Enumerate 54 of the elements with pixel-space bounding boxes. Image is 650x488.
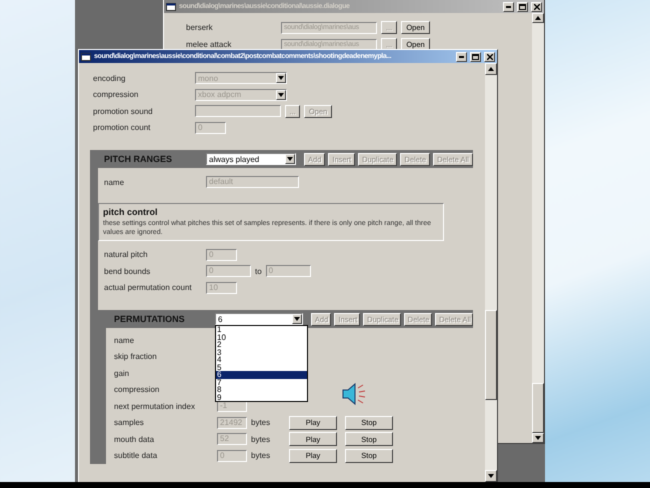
caret-icon [287, 157, 293, 161]
field-label: actual permutation count [104, 283, 193, 292]
caret-icon [294, 317, 300, 321]
field-label: skip fraction [114, 352, 158, 362]
field-label: samples [114, 418, 145, 428]
scrollbar[interactable] [532, 13, 544, 443]
caret-icon [278, 92, 284, 97]
close-button[interactable] [531, 2, 542, 12]
dropdown-field[interactable]: always played [206, 153, 296, 165]
close-icon [486, 54, 492, 60]
field-label: promotion count [93, 123, 152, 132]
field-label: name [104, 178, 126, 187]
scroll-down-icon [488, 474, 494, 478]
maximize-icon [519, 4, 526, 10]
scrollbar[interactable] [485, 63, 497, 482]
panel-title: PERMUTATIONS [114, 314, 186, 324]
window-icon [81, 52, 91, 60]
window-icon [166, 2, 176, 10]
field-label: promotion sound [93, 106, 154, 116]
close-icon [534, 4, 540, 10]
field-label: encoding [93, 74, 126, 83]
field-label: natural pitch [104, 250, 149, 260]
range-separator: to [255, 266, 262, 276]
field-label: name [114, 336, 136, 345]
field-label: bend bounds [104, 266, 152, 276]
minimize-button[interactable] [503, 2, 514, 12]
maximize-button[interactable] [517, 2, 528, 12]
scroll-down-icon [535, 436, 541, 440]
scroll-up-icon [488, 67, 494, 71]
maximize-button[interactable] [470, 52, 481, 62]
minimize-icon [459, 56, 464, 58]
dropdown-option[interactable]: 6 [216, 371, 307, 378]
maximize-icon [472, 54, 479, 60]
field-label: compression [114, 385, 160, 394]
unit-label: bytes [251, 434, 272, 444]
close-button[interactable] [484, 52, 495, 62]
field-label: compression [93, 90, 140, 100]
speaker-icon [341, 381, 367, 407]
field-label: subtitle data [114, 451, 158, 460]
caret-icon [278, 76, 284, 80]
scroll-thumb[interactable] [485, 310, 497, 400]
field-label: berserk [186, 23, 214, 32]
scroll-up-icon [535, 16, 541, 20]
group-title: pitch control [103, 206, 158, 216]
field-label: next permutation index [114, 402, 196, 411]
unit-label: bytes [251, 418, 272, 428]
field-label: gain [114, 368, 130, 378]
field-label: mouth data [114, 434, 156, 444]
scroll-thumb[interactable] [532, 383, 544, 433]
minimize-icon [506, 6, 511, 8]
minimize-button[interactable] [456, 52, 467, 62]
unit-label: bytes [251, 451, 272, 460]
field-label: melee attack [186, 40, 232, 49]
panel-title: PITCH RANGES [104, 154, 174, 164]
